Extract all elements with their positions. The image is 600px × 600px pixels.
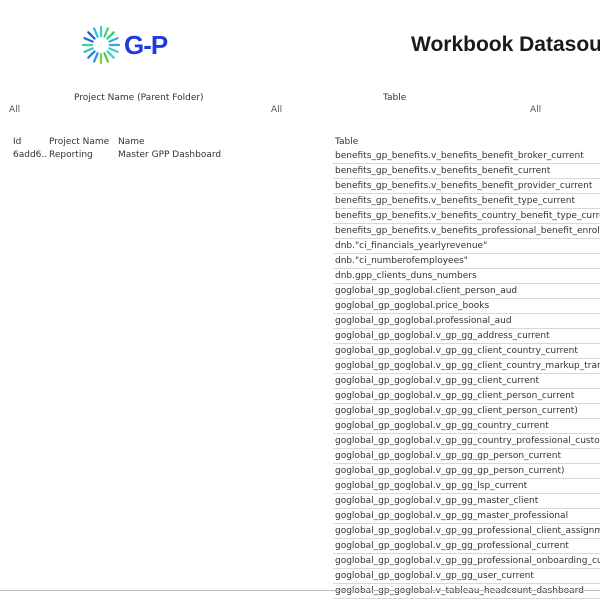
row-name-cell[interactable]: Master GPP Dashboard: [118, 150, 221, 160]
table-filter-value[interactable]: All: [530, 105, 541, 115]
page-title: Workbook Datasou: [411, 33, 600, 56]
table-list-item[interactable]: goglobal_gp_goglobal.v_gp_gg_gp_person_c…: [333, 449, 600, 464]
row-project-name-cell[interactable]: Reporting: [49, 150, 93, 160]
table-list-item[interactable]: goglobal_gp_goglobal.v_gp_gg_country_cur…: [333, 419, 600, 434]
table-list-item[interactable]: goglobal_gp_goglobal.v_gp_gg_gp_person_c…: [333, 464, 600, 479]
table-list-item[interactable]: goglobal_gp_goglobal.v_gp_gg_client_curr…: [333, 374, 600, 389]
table-list-item[interactable]: benefits_gp_benefits.v_benefits_benefit_…: [333, 149, 600, 164]
table-list-item[interactable]: goglobal_gp_goglobal.v_gp_gg_address_cur…: [333, 329, 600, 344]
table-list: benefits_gp_benefits.v_benefits_benefit_…: [333, 149, 600, 599]
logo-wordmark: G-P: [124, 30, 168, 60]
table-list-item[interactable]: goglobal_gp_goglobal.v_gp_gg_client_coun…: [333, 344, 600, 359]
divider: [0, 590, 600, 591]
table-list-item[interactable]: goglobal_gp_goglobal.v_gp_gg_lsp_current: [333, 479, 600, 494]
table-list-item[interactable]: goglobal_gp_goglobal.v_gp_gg_client_pers…: [333, 404, 600, 419]
table-list-item[interactable]: goglobal_gp_goglobal.client_person_aud: [333, 284, 600, 299]
table-list-item[interactable]: goglobal_gp_goglobal.v_gp_gg_user_curren…: [333, 569, 600, 584]
table-list-item[interactable]: goglobal_gp_goglobal.professional_aud: [333, 314, 600, 329]
table-list-item[interactable]: benefits_gp_benefits.v_benefits_country_…: [333, 209, 600, 224]
table-list-item[interactable]: goglobal_gp_goglobal.v_tableau_headcount…: [333, 584, 600, 599]
table-list-item[interactable]: goglobal_gp_goglobal.v_gp_gg_master_prof…: [333, 509, 600, 524]
table-list-item[interactable]: goglobal_gp_goglobal.v_gp_gg_professiona…: [333, 539, 600, 554]
table-list-item[interactable]: dnb."ci_financials_yearlyrevenue": [333, 239, 600, 254]
project-filter-value[interactable]: All: [9, 105, 20, 115]
table-list-item[interactable]: dnb.gpp_clients_duns_numbers: [333, 269, 600, 284]
table-filter-label: Table: [383, 93, 407, 103]
table-list-item[interactable]: dnb."ci_numberofemployees": [333, 254, 600, 269]
column-header-project-name[interactable]: Project Name: [49, 137, 109, 147]
table-list-item[interactable]: goglobal_gp_goglobal.v_gp_gg_client_coun…: [333, 359, 600, 374]
secondary-filter-value[interactable]: All: [271, 105, 282, 115]
table-list-item[interactable]: benefits_gp_benefits.v_benefits_benefit_…: [333, 194, 600, 209]
table-list-item[interactable]: goglobal_gp_goglobal.v_gp_gg_master_clie…: [333, 494, 600, 509]
table-list-item[interactable]: goglobal_gp_goglobal.v_gp_gg_professiona…: [333, 554, 600, 569]
table-list-item[interactable]: goglobal_gp_goglobal.price_books: [333, 299, 600, 314]
table-list-item[interactable]: goglobal_gp_goglobal.v_gp_gg_professiona…: [333, 524, 600, 539]
row-id-cell[interactable]: 6add6..: [13, 150, 47, 160]
column-header-table[interactable]: Table: [335, 137, 358, 147]
table-list-item[interactable]: benefits_gp_benefits.v_benefits_benefit_…: [333, 164, 600, 179]
column-header-name[interactable]: Name: [118, 137, 145, 147]
table-list-item[interactable]: goglobal_gp_goglobal.v_gp_gg_client_pers…: [333, 389, 600, 404]
table-list-item[interactable]: benefits_gp_benefits.v_benefits_professi…: [333, 224, 600, 239]
table-list-item[interactable]: goglobal_gp_goglobal.v_gp_gg_country_pro…: [333, 434, 600, 449]
project-filter-label: Project Name (Parent Folder): [74, 93, 204, 103]
table-list-item[interactable]: benefits_gp_benefits.v_benefits_benefit_…: [333, 179, 600, 194]
column-header-id[interactable]: Id: [13, 137, 21, 147]
